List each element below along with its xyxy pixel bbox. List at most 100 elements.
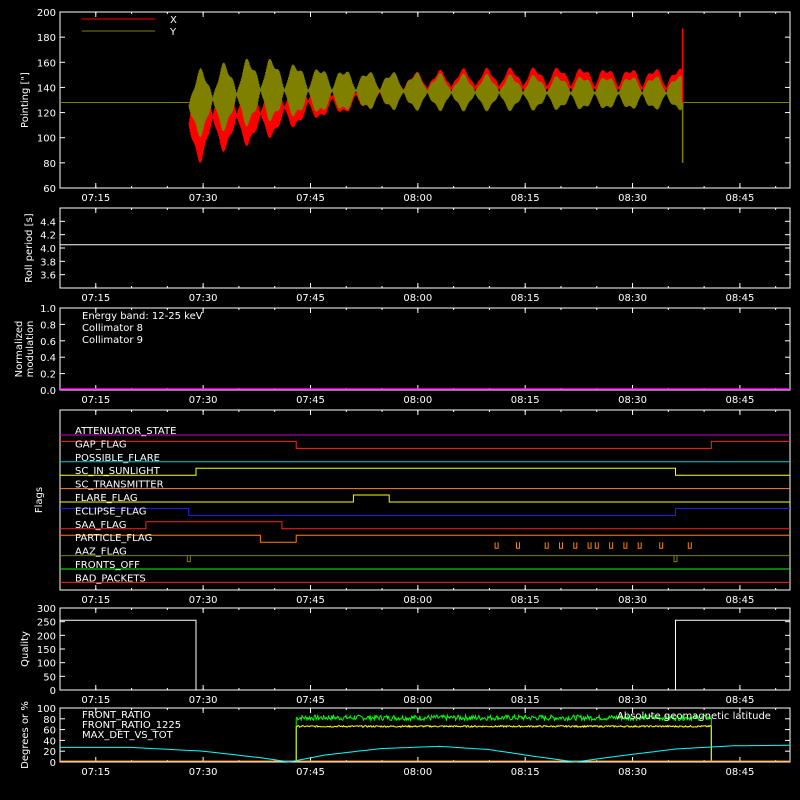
ratios-y-tick-label: 80 bbox=[43, 715, 56, 726]
pointing-x-tick-label: 07:30 bbox=[189, 193, 218, 204]
pointing-y-tick-label: 100 bbox=[37, 134, 56, 145]
flag-label-FLARE_FLAG: FLARE_FLAG bbox=[75, 493, 138, 504]
flags-x-tick-label: 07:45 bbox=[296, 595, 325, 606]
quality-y-label: Quality bbox=[20, 631, 31, 667]
modulation-annotation-1: Collimator 8 bbox=[82, 323, 143, 334]
roll-x-tick-label: 07:45 bbox=[296, 293, 325, 304]
pointing-x-tick-label: 08:45 bbox=[725, 193, 754, 204]
ratios-x-tick-label: 08:45 bbox=[725, 767, 754, 778]
quality-y-tick-label: 100 bbox=[37, 659, 56, 670]
plot-background bbox=[0, 0, 800, 800]
ratios-y-label: Degrees or % bbox=[20, 701, 31, 769]
flag-label-SAA_FLAG: SAA_FLAG bbox=[75, 520, 126, 531]
quality-y-tick-label: 150 bbox=[37, 645, 56, 656]
modulation-y-tick-label: 0.0 bbox=[40, 386, 56, 397]
roll-y-label: Roll period [s] bbox=[24, 213, 35, 282]
pointing-y-tick-label: 200 bbox=[37, 8, 56, 19]
ratios-y-tick-label: 0 bbox=[50, 758, 56, 769]
modulation-y-tick-label: 1.0 bbox=[40, 304, 56, 315]
flags-y-label: Flags bbox=[34, 487, 45, 513]
pointing-y-tick-label: 120 bbox=[37, 109, 56, 120]
modulation-x-tick-label: 07:45 bbox=[296, 395, 325, 406]
roll-y-tick-label: 3.8 bbox=[40, 257, 56, 268]
ratios-legend-MAX_DET_VS_TOT: MAX_DET_VS_TOT bbox=[82, 730, 174, 741]
pointing-legend-label-Y: Y bbox=[169, 27, 177, 38]
flag-label-AAZ_FLAG: AAZ_FLAG bbox=[75, 547, 127, 558]
modulation-y-tick-label: 0.8 bbox=[40, 320, 56, 331]
flags-x-tick-label: 08:45 bbox=[725, 595, 754, 606]
pointing-y-tick-label: 60 bbox=[43, 184, 56, 195]
modulation-x-tick-label: 07:30 bbox=[189, 395, 218, 406]
roll-y-tick-label: 4.2 bbox=[40, 231, 56, 242]
quality-x-tick-label: 07:15 bbox=[81, 695, 110, 706]
ratios-x-tick-label: 08:30 bbox=[618, 767, 647, 778]
ratios-y-tick-label: 60 bbox=[43, 726, 56, 737]
pointing-x-tick-label: 07:45 bbox=[296, 193, 325, 204]
roll-x-tick-label: 08:15 bbox=[511, 293, 540, 304]
quality-y-tick-label: 200 bbox=[37, 631, 56, 642]
modulation-y-tick-label: 0.6 bbox=[40, 337, 56, 348]
flag-label-ECLIPSE_FLAG: ECLIPSE_FLAG bbox=[75, 506, 146, 517]
ratios-y-tick-label: 40 bbox=[43, 736, 56, 747]
ratios-x-tick-label: 08:00 bbox=[403, 767, 432, 778]
quality-y-tick-label: 0 bbox=[50, 686, 56, 697]
quality-x-tick-label: 08:00 bbox=[403, 695, 432, 706]
quality-y-tick-label: 50 bbox=[43, 672, 56, 683]
pointing-legend-label-X: X bbox=[170, 15, 177, 26]
flags-x-tick-label: 08:00 bbox=[403, 595, 432, 606]
flags-x-tick-label: 08:30 bbox=[618, 595, 647, 606]
roll-x-tick-label: 08:30 bbox=[618, 293, 647, 304]
flags-x-tick-label: 07:15 bbox=[81, 595, 110, 606]
pointing-x-tick-label: 08:15 bbox=[511, 193, 540, 204]
pointing-x-tick-label: 08:30 bbox=[618, 193, 647, 204]
ratios-y-tick-label: 100 bbox=[37, 704, 56, 715]
modulation-y-label: Normalized bbox=[14, 321, 25, 378]
ratios-annotation-0: Absolute geomagnetic latitude bbox=[617, 711, 771, 722]
modulation-y-label: modulation bbox=[25, 321, 36, 378]
modulation-x-tick-label: 08:15 bbox=[511, 395, 540, 406]
ratios-x-tick-label: 07:45 bbox=[296, 767, 325, 778]
roll-y-tick-label: 4.4 bbox=[40, 217, 56, 228]
flag-label-POSSIBLE_FLARE: POSSIBLE_FLARE bbox=[75, 453, 160, 464]
flag-label-BAD_PACKETS: BAD_PACKETS bbox=[75, 573, 146, 584]
modulation-annotation-0: Energy band: 12-25 keV bbox=[82, 311, 203, 322]
modulation-x-tick-label: 08:00 bbox=[403, 395, 432, 406]
roll-x-tick-label: 07:15 bbox=[81, 293, 110, 304]
quality-x-tick-label: 07:45 bbox=[296, 695, 325, 706]
pointing-y-tick-label: 180 bbox=[37, 33, 56, 44]
pointing-y-tick-label: 80 bbox=[43, 159, 56, 170]
roll-x-tick-label: 08:00 bbox=[403, 293, 432, 304]
flag-label-SC_TRANSMITTER: SC_TRANSMITTER bbox=[75, 480, 164, 491]
roll-x-tick-label: 08:45 bbox=[725, 293, 754, 304]
flag-label-GAP_FLAG: GAP_FLAG bbox=[75, 439, 127, 450]
flag-label-FRONTS_OFF: FRONTS_OFF bbox=[75, 560, 140, 571]
modulation-x-tick-label: 08:45 bbox=[725, 395, 754, 406]
quality-x-tick-label: 07:30 bbox=[189, 695, 218, 706]
flag-label-PARTICLE_FLAG: PARTICLE_FLAG bbox=[75, 533, 152, 544]
quality-x-tick-label: 08:45 bbox=[725, 695, 754, 706]
pointing-x-tick-label: 07:15 bbox=[81, 193, 110, 204]
pointing-y-label: Pointing ["] bbox=[20, 72, 31, 128]
roll-x-tick-label: 07:30 bbox=[189, 293, 218, 304]
flags-x-tick-label: 07:30 bbox=[189, 595, 218, 606]
modulation-y-tick-label: 0.2 bbox=[40, 370, 56, 381]
modulation-x-tick-label: 07:15 bbox=[81, 395, 110, 406]
flags-x-tick-label: 08:15 bbox=[511, 595, 540, 606]
roll-y-tick-label: 3.6 bbox=[40, 271, 56, 282]
quality-x-tick-label: 08:15 bbox=[511, 695, 540, 706]
rhessi-summary-plot: 07:15 07:30 07:45 08:00 08:15 08:30 08:4560801… bbox=[0, 0, 800, 800]
pointing-y-tick-label: 140 bbox=[37, 83, 56, 94]
pointing-y-tick-label: 160 bbox=[37, 58, 56, 69]
modulation-annotation-2: Collimator 9 bbox=[82, 335, 143, 346]
ratios-x-tick-label: 07:15 bbox=[81, 767, 110, 778]
roll-y-tick-label: 4.0 bbox=[40, 244, 56, 255]
quality-y-tick-label: 250 bbox=[37, 618, 56, 629]
quality-y-tick-label: 300 bbox=[37, 604, 56, 615]
ratios-y-tick-label: 20 bbox=[43, 747, 56, 758]
pointing-x-tick-label: 08:00 bbox=[403, 193, 432, 204]
quality-x-tick-label: 08:30 bbox=[618, 695, 647, 706]
modulation-x-tick-label: 08:30 bbox=[618, 395, 647, 406]
modulation-y-tick-label: 0.4 bbox=[40, 353, 56, 364]
flag-label-ATTENUATOR_STATE: ATTENUATOR_STATE bbox=[75, 426, 176, 437]
ratios-x-tick-label: 07:30 bbox=[189, 767, 218, 778]
